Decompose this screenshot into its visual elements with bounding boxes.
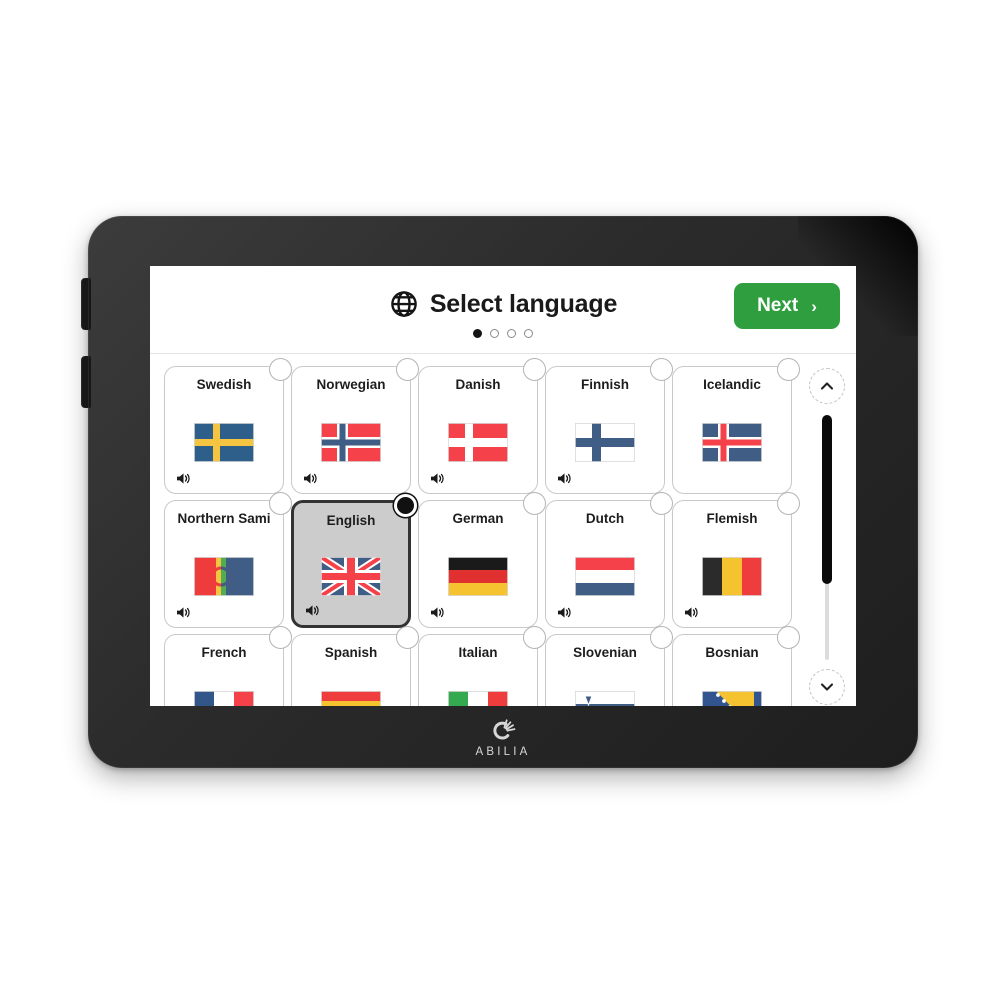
language-card-dutch[interactable]: Dutch — [545, 492, 673, 628]
language-card-label: Flemish — [706, 511, 758, 526]
content-area: Swedish Norwegian Danish Finnish Icelandic No… — [150, 354, 856, 706]
tablet-device: Select language Next › Swedish Norwegian D… — [81, 216, 918, 768]
pagination-dot-4[interactable] — [524, 329, 533, 338]
language-card-label: Bosnian — [705, 645, 759, 660]
language-card-label: French — [201, 645, 247, 660]
language-card-icelandic[interactable]: Icelandic — [672, 358, 800, 494]
radio-marker[interactable] — [777, 358, 800, 381]
radio-marker[interactable] — [523, 358, 546, 381]
scroll-rail — [798, 362, 856, 705]
language-card-label: Dutch — [585, 511, 625, 526]
scroll-up-button[interactable] — [809, 368, 845, 404]
language-grid: Swedish Norwegian Danish Finnish Icelandic No… — [150, 358, 800, 706]
power-button[interactable] — [81, 278, 91, 330]
language-card-label: Spanish — [324, 645, 378, 660]
chevron-right-icon: › — [811, 296, 817, 316]
language-card-german[interactable]: German — [418, 492, 546, 628]
language-card-finnish[interactable]: Finnish — [545, 358, 673, 494]
speaker-icon — [685, 607, 698, 618]
abilia-wordmark: ABILIA — [475, 746, 531, 758]
radio-marker[interactable] — [269, 626, 292, 649]
pagination-dots — [150, 329, 856, 338]
app-header: Select language Next › — [150, 266, 856, 354]
volume-button[interactable] — [81, 356, 91, 408]
page-title: Select language — [429, 289, 618, 318]
language-card-label: Northern Sami — [177, 511, 271, 526]
radio-marker[interactable] — [396, 358, 419, 381]
language-card-label: German — [452, 511, 504, 526]
pagination-dot-3[interactable] — [507, 329, 516, 338]
radio-marker[interactable] — [650, 358, 673, 381]
radio-marker[interactable] — [269, 492, 292, 515]
speaker-icon — [558, 607, 571, 618]
language-card-label: Danish — [455, 377, 501, 392]
radio-marker[interactable] — [523, 626, 546, 649]
language-card-label: Slovenian — [573, 645, 637, 660]
language-card-slovenian[interactable]: Slovenian — [545, 626, 673, 706]
language-card-danish[interactable]: Danish — [418, 358, 546, 494]
speaker-icon — [304, 473, 317, 484]
scrollbar-thumb[interactable] — [822, 415, 832, 585]
pagination-dot-2[interactable] — [490, 329, 499, 338]
next-button[interactable]: Next › — [734, 283, 840, 329]
flag-is-icon — [673, 392, 791, 494]
radio-marker[interactable] — [650, 492, 673, 515]
speaker-icon — [431, 473, 444, 484]
radio-marker[interactable] — [269, 358, 292, 381]
language-card-label: Italian — [458, 645, 498, 660]
scroll-down-button[interactable] — [809, 669, 845, 705]
language-card-label: Finnish — [581, 377, 629, 392]
scrollbar-track[interactable] — [822, 415, 832, 660]
language-card-spanish[interactable]: Spanish — [291, 626, 419, 706]
language-card-northern-sami[interactable]: Northern Sami — [164, 492, 292, 628]
language-card-norwegian[interactable]: Norwegian — [291, 358, 419, 494]
language-card-italian[interactable]: Italian — [418, 626, 546, 706]
tablet-screen: Select language Next › Swedish Norwegian D… — [150, 266, 856, 706]
language-card-flemish[interactable]: Flemish — [672, 492, 800, 628]
globe-icon — [389, 289, 419, 319]
language-card-label: Norwegian — [316, 377, 386, 392]
radio-marker[interactable] — [777, 492, 800, 515]
language-card-english[interactable]: English — [291, 494, 417, 628]
flag-es-icon — [292, 660, 410, 706]
speaker-icon — [558, 473, 571, 484]
flag-ba-icon — [673, 660, 791, 706]
abilia-logo-icon — [489, 716, 517, 744]
radio-marker[interactable] — [650, 626, 673, 649]
pagination-dot-1[interactable] — [473, 329, 482, 338]
radio-marker[interactable] — [396, 626, 419, 649]
flag-it-icon — [419, 660, 537, 706]
radio-marker[interactable] — [523, 492, 546, 515]
speaker-icon — [177, 607, 190, 618]
chevron-up-icon — [820, 382, 834, 390]
flag-fr-icon — [165, 660, 283, 706]
speaker-icon — [431, 607, 444, 618]
radio-marker[interactable] — [777, 626, 800, 649]
brand-bar: ABILIA — [88, 716, 918, 758]
speaker-icon — [306, 605, 319, 616]
next-button-label: Next — [757, 295, 799, 316]
speaker-icon — [177, 473, 190, 484]
flag-si-icon — [546, 660, 664, 706]
language-card-bosnian[interactable]: Bosnian — [672, 626, 800, 706]
radio-marker[interactable] — [394, 494, 417, 517]
language-card-swedish[interactable]: Swedish — [164, 358, 292, 494]
language-card-label: Icelandic — [703, 377, 761, 392]
language-card-label: English — [326, 513, 376, 528]
language-card-label: Swedish — [196, 377, 252, 392]
chevron-down-icon — [820, 683, 834, 691]
language-card-french[interactable]: French — [164, 626, 292, 706]
